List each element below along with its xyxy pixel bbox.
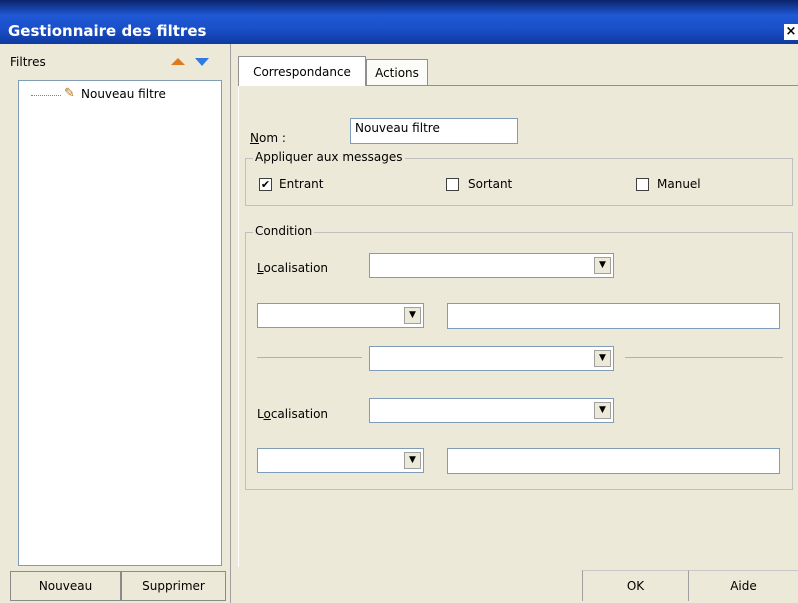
location-label-1: Localisation bbox=[257, 261, 329, 275]
chevron-down-icon[interactable]: ▼ bbox=[404, 307, 421, 324]
manual-label: Manuel bbox=[657, 177, 701, 191]
separator-left bbox=[257, 357, 362, 358]
apply-group-title: Appliquer aux messages bbox=[253, 150, 405, 164]
location-label-2: Localisation bbox=[257, 407, 329, 421]
broom-icon: ✎ bbox=[64, 86, 75, 101]
move-up-icon[interactable] bbox=[171, 58, 185, 65]
close-button[interactable]: × bbox=[784, 24, 798, 40]
tree-connector bbox=[31, 95, 61, 96]
pane-divider bbox=[230, 44, 231, 603]
condition-field-select-2[interactable]: ▼ bbox=[257, 448, 424, 473]
tab-correspondance[interactable]: Correspondance bbox=[238, 56, 366, 86]
window-title: Gestionnaire des filtres bbox=[8, 22, 207, 40]
move-down-icon[interactable] bbox=[195, 58, 209, 66]
ok-button[interactable]: OK bbox=[582, 570, 688, 601]
condition-value-input-2[interactable] bbox=[447, 448, 780, 474]
condition-value-input-1[interactable] bbox=[447, 303, 780, 329]
filters-tree[interactable]: ✎ Nouveau filtre bbox=[18, 80, 222, 566]
outgoing-checkbox[interactable] bbox=[446, 178, 459, 191]
manual-checkbox[interactable] bbox=[636, 178, 649, 191]
incoming-checkbox[interactable]: ✔ bbox=[259, 178, 272, 191]
apply-group bbox=[245, 158, 793, 206]
condition-field-select-1[interactable]: ▼ bbox=[257, 303, 424, 328]
filters-label: Filtres bbox=[10, 55, 46, 69]
operator-select[interactable]: ▼ bbox=[369, 346, 614, 371]
chevron-down-icon[interactable]: ▼ bbox=[594, 350, 611, 367]
location-select-1[interactable]: ▼ bbox=[369, 253, 614, 278]
delete-filter-button[interactable]: Supprimer bbox=[121, 571, 226, 601]
chevron-down-icon[interactable]: ▼ bbox=[404, 452, 421, 469]
chevron-down-icon[interactable]: ▼ bbox=[594, 402, 611, 419]
new-filter-button[interactable]: Nouveau bbox=[10, 571, 121, 601]
name-label: Nom : bbox=[250, 131, 286, 145]
name-input[interactable]: Nouveau filtre bbox=[350, 118, 518, 144]
tree-item-label[interactable]: Nouveau filtre bbox=[81, 87, 166, 101]
title-bar: Gestionnaire des filtres × bbox=[0, 0, 798, 44]
help-button[interactable]: Aide bbox=[688, 570, 798, 601]
tab-actions[interactable]: Actions bbox=[366, 59, 428, 85]
location-select-2[interactable]: ▼ bbox=[369, 398, 614, 423]
outgoing-label: Sortant bbox=[468, 177, 513, 191]
separator-right bbox=[625, 357, 783, 358]
chevron-down-icon[interactable]: ▼ bbox=[594, 257, 611, 274]
incoming-label: Entrant bbox=[279, 177, 324, 191]
condition-group-title: Condition bbox=[253, 224, 315, 238]
